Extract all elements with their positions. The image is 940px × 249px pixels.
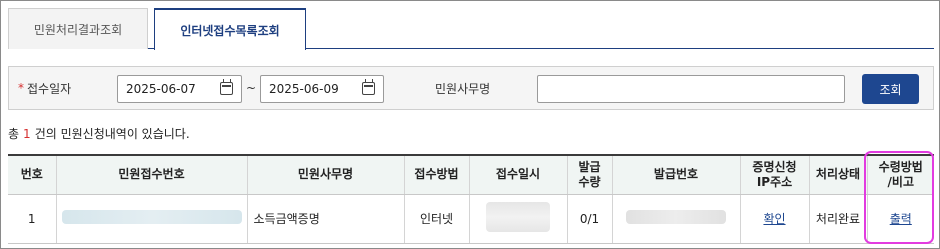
col-header-ip: 증명신청 IP주소 — [740, 156, 810, 195]
search-panel: * 접수일자 2025-06-07 ~ 2025-06-09 민원사무명 조회 — [8, 66, 934, 110]
cell-receipt-no — [56, 194, 248, 244]
calendar-icon[interactable] — [362, 79, 375, 95]
print-link[interactable]: 출력 — [890, 212, 912, 226]
col-header-receipt: 수령방법 /비고 — [867, 156, 934, 195]
tab-bar: 민원처리결과조회 인터넷접수목록조회 — [8, 8, 934, 50]
office-name-input[interactable] — [537, 75, 845, 103]
redacted-issue-no — [626, 210, 726, 224]
office-label: 민원사무명 — [435, 81, 491, 96]
table-row: 1 소득금액증명 인터넷 0/1 확인 처리완료 출력 — [8, 194, 934, 244]
search-button[interactable]: 조회 — [862, 74, 919, 104]
date-to-input[interactable]: 2025-06-09 — [260, 75, 384, 103]
result-summary: 총 1 건의 민원신청내역이 있습니다. — [8, 125, 190, 142]
redacted-receipt-no — [61, 210, 242, 224]
cell-no: 1 — [8, 194, 57, 244]
cell-issue-no — [612, 194, 741, 244]
col-header-method: 접수방법 — [404, 156, 470, 195]
cell-ip: 확인 — [740, 194, 810, 244]
date-label: * 접수일자 — [18, 67, 71, 109]
cell-datetime — [469, 194, 568, 244]
cell-method: 인터넷 — [404, 194, 470, 244]
result-table: 번호 민원접수번호 민원사무명 접수방법 접수일시 발급 수량 발급번호 증명신… — [8, 154, 934, 244]
date-from-value: 2025-06-07 — [126, 82, 196, 96]
date-to-value: 2025-06-09 — [269, 82, 339, 96]
date-from-input[interactable]: 2025-06-07 — [117, 75, 242, 103]
cell-office: 소득금액증명 — [247, 194, 405, 244]
summary-suffix: 건의 민원신청내역이 있습니다. — [34, 127, 190, 141]
date-label-text: 접수일자 — [27, 81, 72, 96]
table-header-row: 번호 민원접수번호 민원사무명 접수방법 접수일시 발급 수량 발급번호 증명신… — [8, 156, 934, 195]
range-separator: ~ — [246, 81, 257, 95]
col-header-datetime: 접수일시 — [469, 156, 568, 195]
tab-internet-list[interactable]: 인터넷접수목록조회 — [154, 8, 306, 50]
summary-prefix: 총 — [8, 127, 20, 141]
cell-qty: 0/1 — [567, 194, 613, 244]
app-frame: 민원처리결과조회 인터넷접수목록조회 * 접수일자 2025-06-07 ~ 2… — [0, 0, 940, 249]
summary-count: 1 — [23, 127, 31, 141]
cell-status: 처리완료 — [809, 194, 868, 244]
col-header-status: 처리상태 — [809, 156, 868, 195]
ip-check-link[interactable]: 확인 — [763, 212, 785, 226]
col-header-no: 번호 — [8, 156, 57, 195]
cell-receipt: 출력 — [867, 194, 934, 244]
col-header-qty: 발급 수량 — [567, 156, 613, 195]
required-mark: * — [18, 81, 24, 95]
calendar-icon[interactable] — [220, 79, 233, 95]
col-header-receipt-no: 민원접수번호 — [56, 156, 248, 195]
col-header-office: 민원사무명 — [247, 156, 405, 195]
redacted-datetime — [486, 202, 550, 232]
col-header-issue-no: 발급번호 — [612, 156, 741, 195]
tab-result-inquiry[interactable]: 민원처리결과조회 — [8, 8, 148, 49]
